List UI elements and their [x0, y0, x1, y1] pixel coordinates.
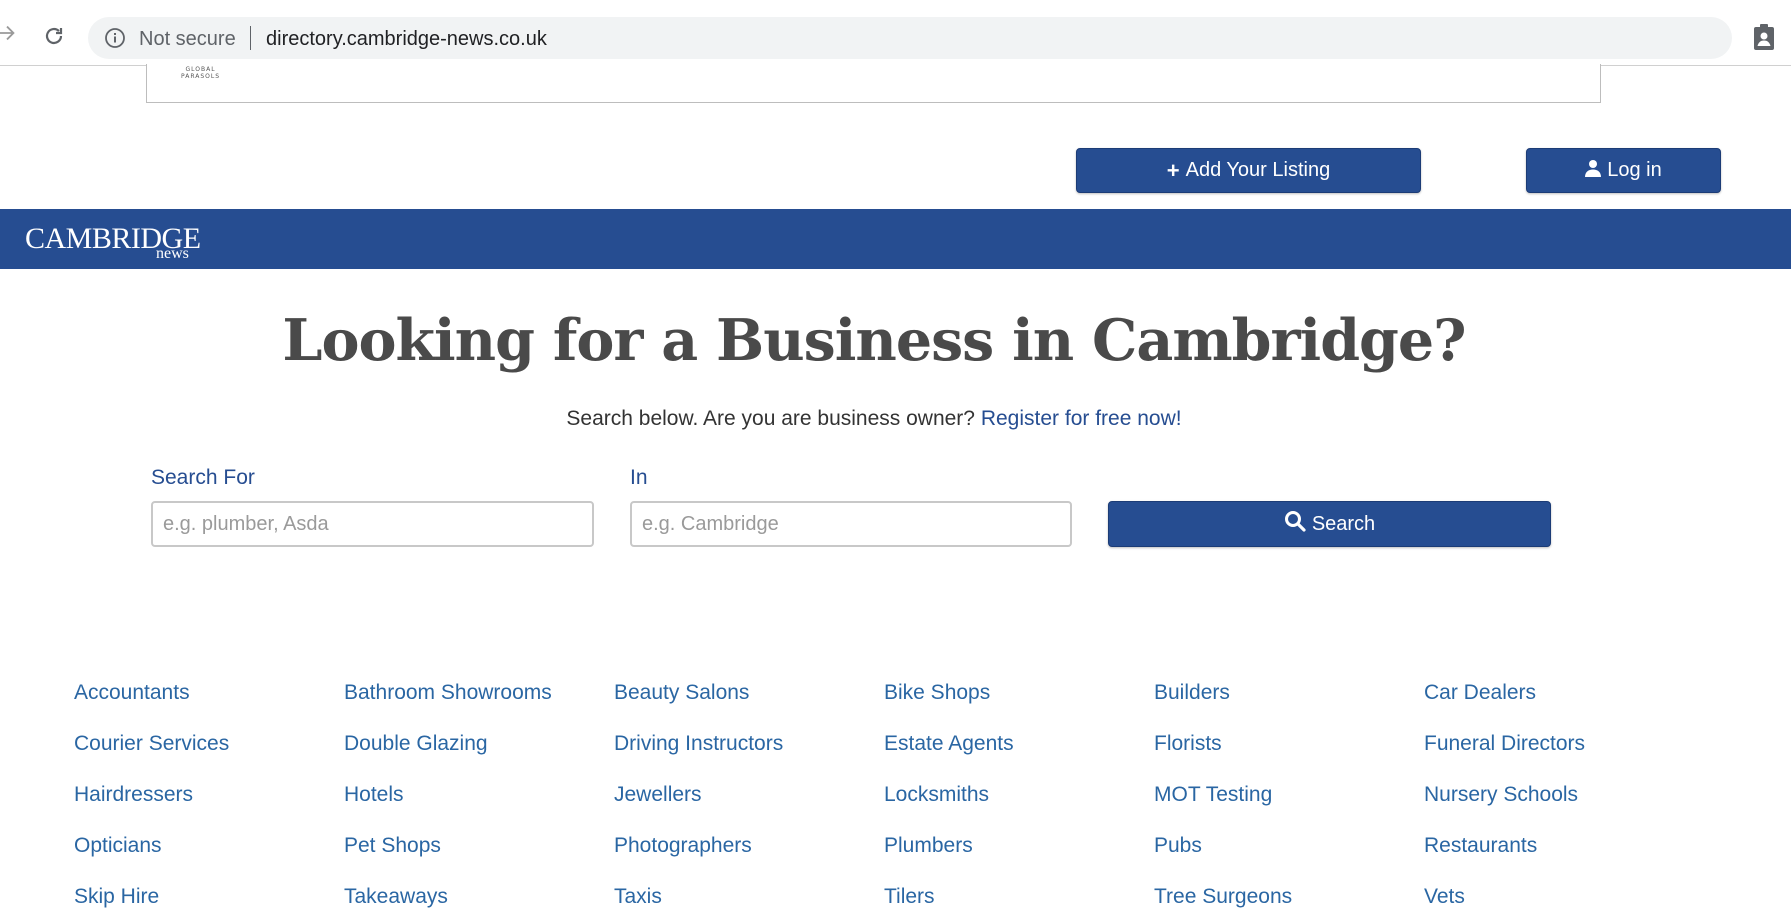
url-text[interactable]: directory.cambridge-news.co.uk — [266, 28, 547, 51]
search-for-label: Search For — [151, 466, 255, 489]
location-input[interactable] — [630, 501, 1072, 547]
category-link[interactable]: Hotels — [344, 776, 614, 827]
category-link[interactable]: Double Glazing — [344, 725, 614, 776]
login-label: Log in — [1607, 159, 1662, 181]
user-icon — [1585, 159, 1602, 183]
search-icon — [1284, 510, 1306, 538]
category-link[interactable]: Beauty Salons — [614, 674, 884, 725]
category-link[interactable]: Jewellers — [614, 776, 884, 827]
category-link[interactable]: Restaurants — [1424, 827, 1694, 878]
category-link[interactable]: Driving Instructors — [614, 725, 884, 776]
clipboard-profile-icon[interactable] — [1752, 23, 1776, 51]
site-header: CAMBRIDGE news — [0, 209, 1791, 269]
category-link[interactable]: Bike Shops — [884, 674, 1154, 725]
site-logo-sub: news — [156, 245, 189, 262]
divider — [250, 26, 251, 50]
category-link[interactable]: Pet Shops — [344, 827, 614, 878]
category-grid: Accountants Bathroom Showrooms Beauty Sa… — [74, 674, 1774, 912]
forward-arrow-icon[interactable] — [0, 22, 18, 44]
category-link[interactable]: Taxis — [614, 878, 884, 912]
category-link[interactable]: Builders — [1154, 674, 1424, 725]
add-listing-button[interactable]: + Add Your Listing — [1076, 148, 1421, 193]
category-link[interactable]: Tree Surgeons — [1154, 878, 1424, 912]
plus-icon: + — [1166, 157, 1180, 183]
address-bar[interactable]: Not secure directory.cambridge-news.co.u… — [88, 17, 1732, 59]
reload-icon[interactable] — [42, 24, 66, 48]
hero-subtitle: Search below. Are you are business owner… — [0, 407, 1748, 431]
category-link[interactable]: Pubs — [1154, 827, 1424, 878]
advert-banner[interactable]: GLOBAL PARASOLS — [146, 64, 1601, 103]
category-link[interactable]: Skip Hire — [74, 878, 344, 912]
category-link[interactable]: Funeral Directors — [1424, 725, 1694, 776]
category-link[interactable]: MOT Testing — [1154, 776, 1424, 827]
search-button[interactable]: Search — [1108, 501, 1551, 547]
category-link[interactable]: Tilers — [884, 878, 1154, 912]
category-link[interactable]: Accountants — [74, 674, 344, 725]
hero-subtitle-text: Search below. Are you are business owner… — [566, 407, 975, 430]
login-button[interactable]: Log in — [1526, 148, 1721, 193]
category-link[interactable]: Plumbers — [884, 827, 1154, 878]
add-listing-label: Add Your Listing — [1185, 159, 1331, 181]
category-link[interactable]: Nursery Schools — [1424, 776, 1694, 827]
category-link[interactable]: Hairdressers — [74, 776, 344, 827]
security-status: Not secure — [139, 28, 236, 50]
category-link[interactable]: Car Dealers — [1424, 674, 1694, 725]
category-link[interactable]: Takeaways — [344, 878, 614, 912]
category-link[interactable]: Florists — [1154, 725, 1424, 776]
advert-logo: GLOBAL PARASOLS — [181, 66, 221, 80]
register-link[interactable]: Register for free now! — [981, 407, 1182, 430]
browser-toolbar: Not secure directory.cambridge-news.co.u… — [0, 0, 1791, 66]
search-button-label: Search — [1311, 512, 1376, 535]
page-title: Looking for a Business in Cambridge? — [282, 307, 1466, 374]
location-label: In — [630, 466, 648, 489]
category-link[interactable]: Courier Services — [74, 725, 344, 776]
category-link[interactable]: Bathroom Showrooms — [344, 674, 614, 725]
category-link[interactable]: Photographers — [614, 827, 884, 878]
category-link[interactable]: Vets — [1424, 878, 1694, 912]
info-icon[interactable] — [104, 27, 126, 49]
category-link[interactable]: Opticians — [74, 827, 344, 878]
category-link[interactable]: Locksmiths — [884, 776, 1154, 827]
category-link[interactable]: Estate Agents — [884, 725, 1154, 776]
search-for-input[interactable] — [151, 501, 594, 547]
